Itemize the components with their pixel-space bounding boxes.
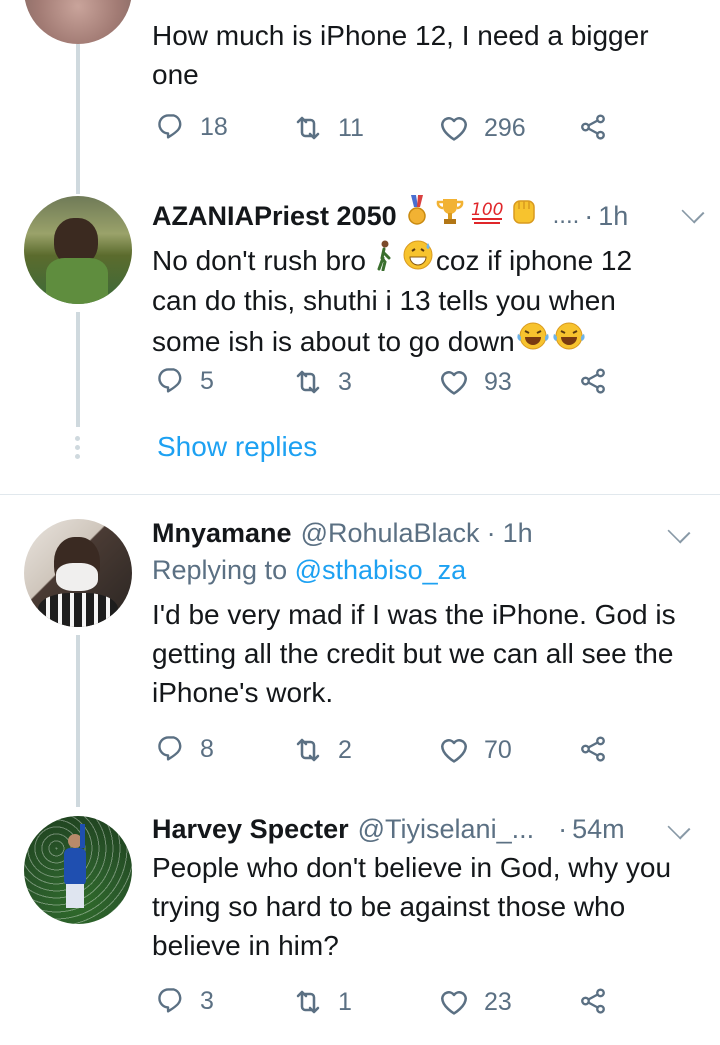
handle[interactable]: @Tiyiselani_... [358,811,534,847]
like-icon [438,112,470,144]
tweet-header: Harvey Specter @Tiyiselani_... · 54m [152,811,700,847]
like-icon [438,734,470,766]
reply-button[interactable]: 18 [156,112,228,142]
replying-to-label: Replying to [152,555,288,585]
handle[interactable]: @RohulaBlack [301,515,480,551]
tweet-3[interactable]: Mnyamane @RohulaBlack · 1h Replying to @… [0,495,720,807]
handle: .... [552,201,580,229]
tweet-text-line: can do this, shuthi i 13 tells you when [152,285,616,316]
display-name[interactable]: Mnyamane [152,515,292,551]
grinning-sweat-emoji [402,239,434,281]
like-button[interactable]: 70 [438,734,512,766]
replying-to: Replying to @sthabiso_za [152,551,700,589]
retweet-button[interactable]: 2 [292,734,352,766]
tweet-1[interactable]: How much is iPhone 12, I need a bigger o… [0,0,720,194]
like-count: 296 [484,113,526,142]
thread-line [76,312,80,427]
tweet-text: I'd be very mad if I was the iPhone. God… [152,599,676,708]
retweet-count: 1 [338,987,352,1016]
retweet-icon [292,986,324,1018]
retweet-icon [292,366,324,398]
reply-count: 3 [200,986,214,1015]
share-icon [578,734,608,764]
tweet-text-line: some ish is about to go down [152,325,515,357]
timestamp[interactable]: 54m [572,811,625,847]
share-button[interactable] [578,986,608,1016]
separator: · [558,814,568,844]
share-icon [578,986,608,1016]
like-count: 70 [484,735,512,764]
like-count: 93 [484,367,512,396]
hundred-points-emoji: 100 [469,195,507,236]
tweet-header: Mnyamane @RohulaBlack · 1h [152,515,700,551]
separator: · [486,518,496,548]
reply-icon [156,734,186,764]
avatar[interactable] [24,519,132,627]
reply-count: 18 [200,112,228,141]
show-replies-link[interactable]: Show replies [157,431,317,463]
tweet-actions: 5 3 93 [152,366,622,406]
tweet-2[interactable]: AZANIAPriest 2050 100 .... · 1h No don't… [0,190,720,490]
like-icon [438,366,470,398]
svg-text:100: 100 [471,200,503,220]
like-button[interactable]: 296 [438,112,526,144]
tweet-4[interactable]: Harvey Specter @Tiyiselani_... · 54m Peo… [0,810,720,1045]
reply-count: 5 [200,366,214,395]
retweet-count: 2 [338,735,352,764]
share-button[interactable] [578,112,608,142]
retweet-icon [292,112,324,144]
retweet-icon [292,734,324,766]
like-count: 23 [484,987,512,1016]
share-button[interactable] [578,366,608,396]
timestamp[interactable]: 1h [503,515,533,551]
thread-dots [74,436,82,463]
avatar[interactable] [24,816,132,924]
thread-line [76,44,80,194]
avatar[interactable] [24,196,132,304]
replying-to-link[interactable]: @sthabiso_za [295,555,467,585]
reply-button[interactable]: 5 [156,366,214,396]
reply-icon [156,366,186,396]
retweet-count: 3 [338,367,352,396]
separator: · [584,200,594,231]
tweet-header: AZANIAPriest 2050 100 .... · 1h [152,195,700,236]
tweet-text: People who don't believe in God, why you… [152,852,672,961]
display-name[interactable]: AZANIAPriest 2050 [152,198,397,234]
raised-fist-emoji [509,195,539,236]
share-button[interactable] [578,734,608,764]
reply-count: 8 [200,734,214,763]
tweet-text-line: No don't rush bro [152,244,366,276]
like-button[interactable]: 23 [438,986,512,1018]
reply-icon [156,112,186,142]
tweet-actions: 18 11 296 [152,112,622,152]
retweet-button[interactable]: 11 [292,112,364,144]
display-name[interactable]: Harvey Specter [152,811,349,847]
share-icon [578,366,608,396]
avatar[interactable] [24,0,132,44]
like-button[interactable]: 93 [438,366,512,398]
reply-button[interactable]: 8 [156,734,214,764]
like-icon [438,986,470,1018]
tears-of-joy-emoji [551,320,587,362]
tweet-text-line: coz if iphone 12 [435,244,633,276]
retweet-count: 11 [338,113,364,142]
tears-of-joy-emoji [515,320,551,362]
tweet-actions: 8 2 70 [152,734,622,774]
trophy-emoji [435,196,465,235]
tweet-actions: 3 1 23 [152,986,622,1026]
share-icon [578,112,608,142]
timestamp[interactable]: 1h [598,198,628,234]
reply-icon [156,986,186,1016]
person-walking-emoji [374,239,394,281]
retweet-button[interactable]: 1 [292,986,352,1018]
medal-emoji [405,195,429,236]
reply-button[interactable]: 3 [156,986,214,1016]
tweet-text: How much is iPhone 12, I need a bigger o… [152,20,649,90]
thread-line [76,635,80,807]
tweet-text: No don't rush bro coz if iphone 12 can d… [152,239,700,362]
retweet-button[interactable]: 3 [292,366,352,398]
